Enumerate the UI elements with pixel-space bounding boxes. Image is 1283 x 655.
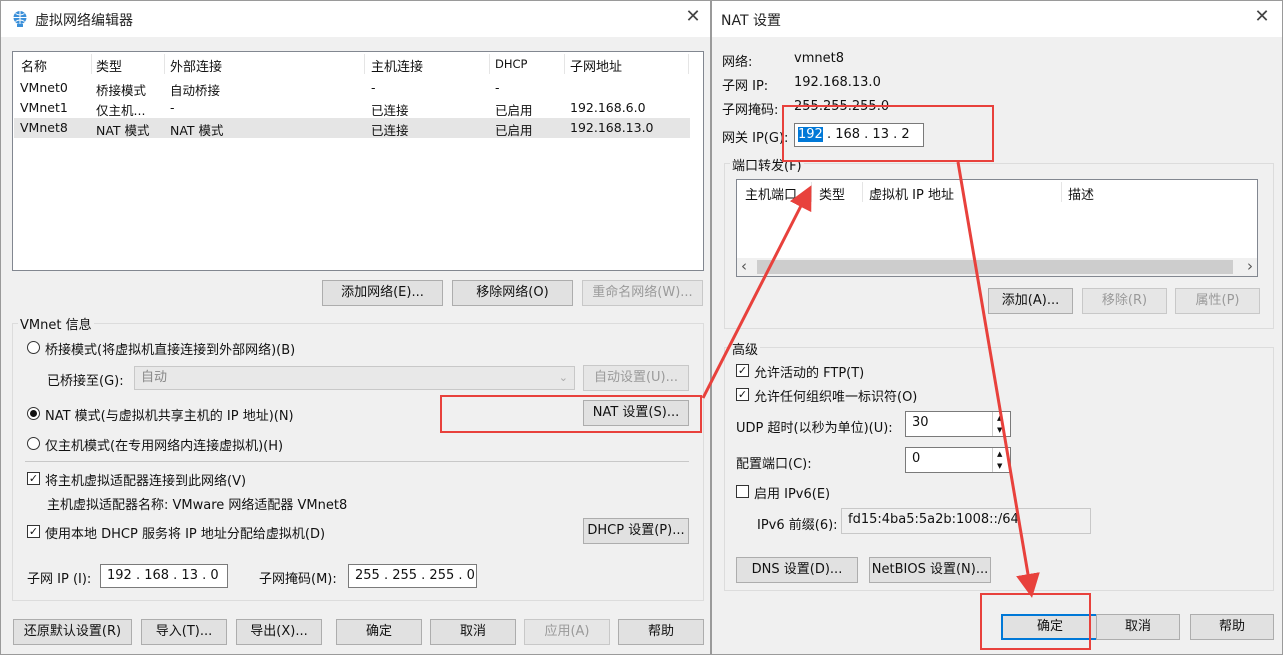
annotation-arrows — [701, 161, 1040, 598]
annotation-arrow-to-ok — [956, 161, 1040, 598]
annotation-arrow-to-gateway — [701, 185, 812, 399]
